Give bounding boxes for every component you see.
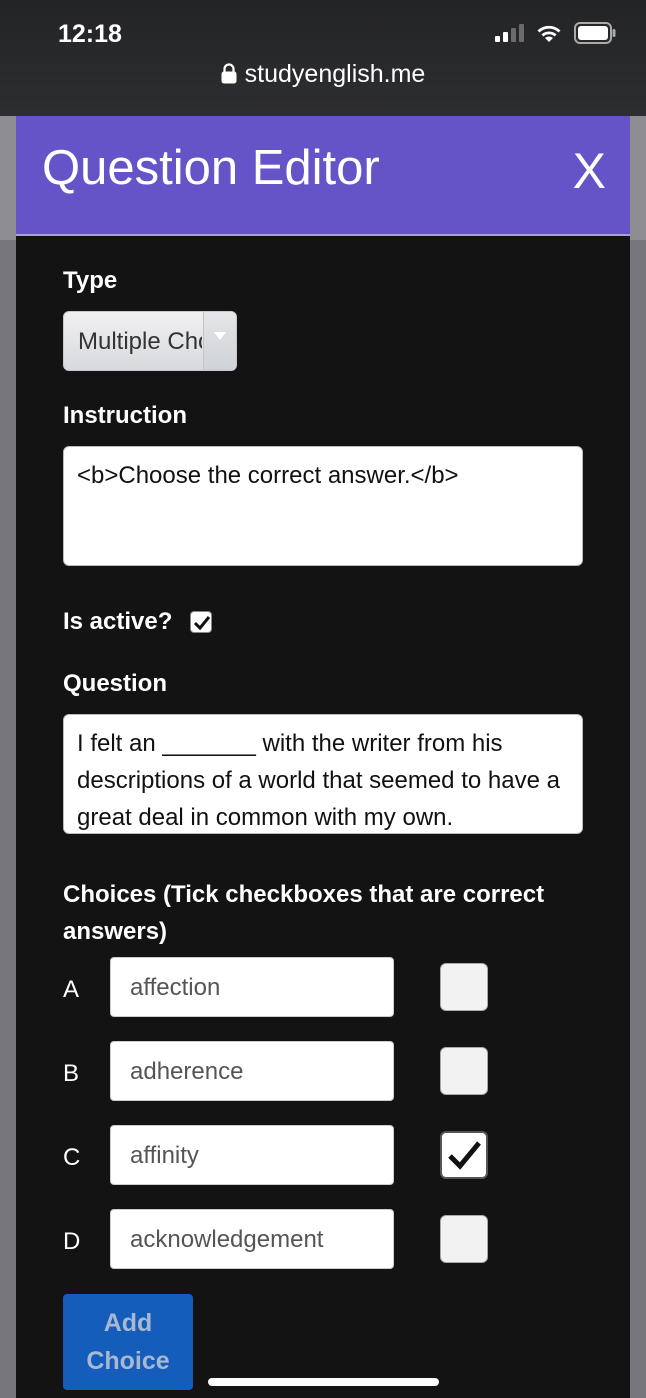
status-icons: [495, 22, 616, 44]
type-label: Type: [63, 267, 118, 294]
is-active-label: Is active?: [63, 608, 173, 635]
checkmark-icon: [193, 616, 211, 631]
choice-letter-d: D: [63, 1228, 81, 1255]
question-editor-modal: Question Editor X Type Multiple Choice I…: [16, 116, 630, 1398]
address-bar[interactable]: studyenglish.me: [0, 60, 646, 91]
checkmark-icon: [448, 1141, 481, 1170]
type-select[interactable]: Multiple Choice: [63, 311, 237, 371]
choice-checkbox-d[interactable]: [440, 1215, 488, 1263]
instruction-textarea[interactable]: <b>Choose the correct answer.</b>: [63, 446, 583, 566]
choice-input-d[interactable]: acknowledgement: [110, 1209, 394, 1269]
choice-letter-b: B: [63, 1060, 80, 1087]
cellular-signal-icon: [495, 24, 524, 42]
choice-letter-a: A: [63, 976, 80, 1003]
add-choice-button[interactable]: Add Choice: [63, 1294, 193, 1390]
lock-icon: [221, 62, 237, 91]
wifi-icon: [536, 23, 562, 43]
modal-title: Question Editor: [42, 141, 380, 195]
choices-label: Choices (Tick checkboxes that are correc…: [63, 881, 545, 945]
choice-input-c[interactable]: affinity: [110, 1125, 394, 1185]
choice-input-a[interactable]: affection: [110, 957, 394, 1017]
choice-checkbox-b[interactable]: [440, 1047, 488, 1095]
choice-checkbox-a[interactable]: [440, 963, 488, 1011]
question-textarea[interactable]: I felt an _______ with the writer from h…: [63, 714, 583, 834]
is-active-checkbox[interactable]: [190, 611, 212, 633]
choice-letter-c: C: [63, 1144, 81, 1171]
choice-checkbox-c[interactable]: [440, 1131, 488, 1179]
modal-header: Question Editor X: [16, 116, 630, 236]
url-text: studyenglish.me: [244, 60, 426, 88]
choice-input-b[interactable]: adherence: [110, 1041, 394, 1101]
home-indicator: [208, 1378, 439, 1386]
type-select-value: Multiple Choice: [78, 328, 202, 355]
question-label: Question: [63, 670, 168, 697]
chevron-down-icon: [203, 312, 236, 370]
status-bar: 12:18 studyenglish.me: [0, 0, 646, 116]
battery-icon: [574, 22, 616, 44]
instruction-label: Instruction: [63, 402, 187, 429]
clock: 12:18: [58, 20, 122, 48]
close-button[interactable]: X: [573, 142, 606, 200]
